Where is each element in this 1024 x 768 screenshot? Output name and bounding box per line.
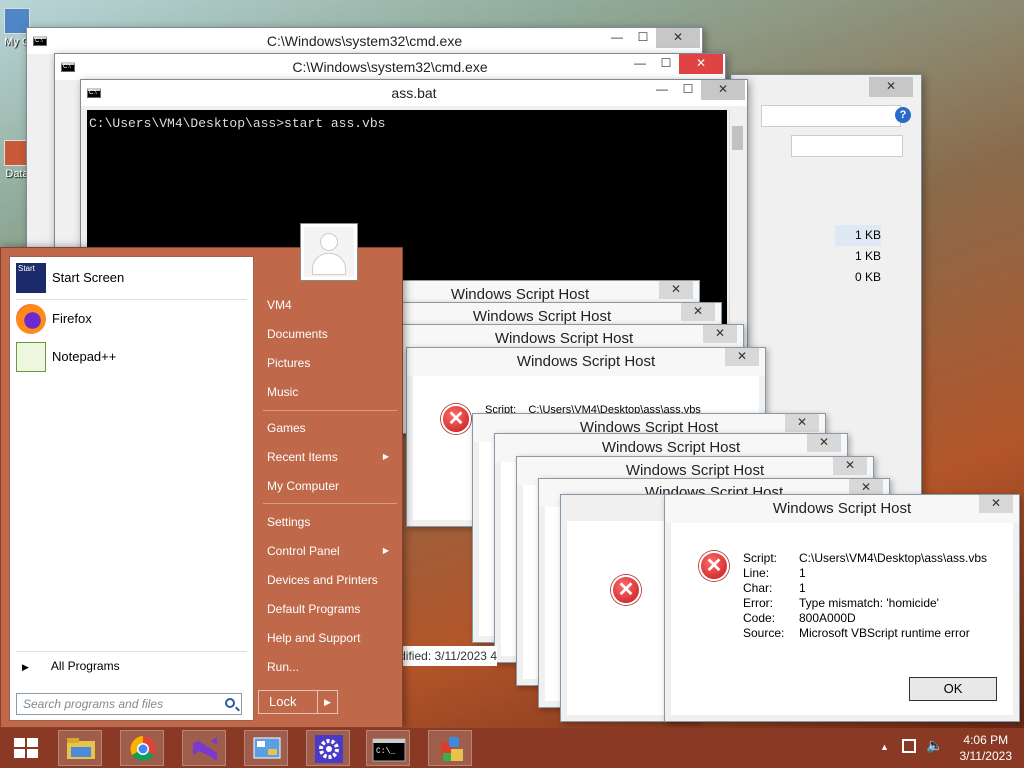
clock[interactable]: 4:06 PM 3/11/2023 [960,732,1013,764]
search-icon [225,698,235,708]
console-icon [87,88,101,98]
installer-icon [441,737,463,761]
chevron-right-icon[interactable]: ▶ [317,691,337,713]
wsh-dialog-front: Windows Script Host ✕ ✕ Script: C:\Users\V… [664,494,1020,722]
start-link-music[interactable]: Music [257,379,397,405]
dialog-body: ✕ Script: C:\Users\VM4\Desktop\ass\ass.vb… [671,523,1013,715]
start-button[interactable] [4,730,48,766]
maximize-button[interactable]: ☐ [653,54,679,74]
help-icon[interactable]: ? [895,107,911,123]
ok-button[interactable]: OK [909,677,997,701]
minimize-button[interactable]: — [604,28,630,48]
search-box[interactable] [791,135,903,157]
user-avatar[interactable] [301,224,357,280]
chevron-right-icon: ▶ [382,546,389,555]
taskbar-settings[interactable] [306,730,350,766]
program-notepadpp[interactable]: Notepad++ [16,340,246,374]
close-button[interactable]: ✕ [833,457,867,475]
visual-studio-icon [193,737,217,761]
close-button[interactable]: ✕ [659,281,693,299]
lock-button[interactable]: Lock ▶ [258,690,338,714]
title-bar: ass.bat —☐✕ [81,80,747,106]
close-button[interactable]: ✕ [656,28,700,48]
start-link-documents[interactable]: Documents [257,321,397,347]
start-link-games[interactable]: Games [257,415,397,441]
close-button[interactable]: ✕ [785,414,819,432]
close-button[interactable]: ✕ [807,434,841,452]
taskbar-installer[interactable] [428,730,472,766]
close-button[interactable]: ✕ [701,80,745,100]
start-link-recent-items[interactable]: Recent Items ▶ [257,444,397,470]
dialog-title: Windows Script Host ✕ [665,495,1019,523]
taskbar-cmd[interactable]: C:\_ [366,730,410,766]
search-input[interactable]: Search programs and files [16,693,242,715]
taskbar-visual-studio[interactable] [182,730,226,766]
start-link-control-panel[interactable]: Control Panel ▶ [257,538,397,564]
title-bar: C:\Windows\system32\cmd.exe —☐✕ [27,28,702,54]
program-start-screen[interactable]: Start Start Screen [16,261,246,295]
close-button[interactable]: ✕ [979,495,1013,513]
close-button[interactable]: ✕ [679,54,723,74]
chevron-right-icon: ▶ [382,452,389,461]
dialog-title: Windows Script Host ✕ [407,348,765,376]
taskbar-chrome[interactable] [120,730,164,766]
windows-start-icon [14,738,38,758]
minimize-button[interactable]: — [627,54,653,74]
start-link-default-programs[interactable]: Default Programs [257,596,397,622]
explorer-status: Date modified: 3/11/2023 4: [403,646,497,666]
show-hidden-icons-icon[interactable]: ▲ [880,742,889,752]
error-icon: ✕ [611,575,641,605]
start-screen-icon: Start [16,263,46,293]
title-bar: C:\Windows\system32\cmd.exe —☐✕ [55,54,725,80]
start-menu: Start Start Screen Firefox Notepad++ ▶ Al… [0,224,403,728]
taskbar-file-explorer[interactable] [58,730,102,766]
taskbar: C:\_ ▲ 🔈 4:06 PM 3/11/2023 [0,728,1024,768]
close-button[interactable]: ✕ [681,303,715,321]
start-link-run[interactable]: Run... [257,654,397,680]
error-icon: ✕ [699,551,729,581]
console-icon [61,62,75,72]
close-button[interactable]: ✕ [869,77,913,97]
maximize-button[interactable]: ☐ [630,28,656,48]
network-icon[interactable] [902,739,916,753]
control-panel-icon [253,737,281,759]
error-icon: ✕ [441,404,471,434]
start-link-pictures[interactable]: Pictures [257,350,397,376]
notepadpp-icon [16,342,46,372]
start-link-devices-printers[interactable]: Devices and Printers [257,567,397,593]
start-link-help-support[interactable]: Help and Support [257,625,397,651]
chrome-icon [130,736,156,762]
size-column: 1 KB 1 KB 0 KB [835,225,881,288]
system-tray: ▲ 🔈 4:06 PM 3/11/2023 [864,728,1024,768]
close-button[interactable]: ✕ [703,325,737,343]
program-firefox[interactable]: Firefox [16,302,246,336]
console-icon [33,36,47,46]
cmd-icon: C:\_ [372,738,406,762]
all-programs[interactable]: ▶ All Programs [22,657,120,676]
volume-icon[interactable]: 🔈 [926,737,943,754]
file-explorer-icon [67,738,95,759]
maximize-button[interactable]: ☐ [675,80,701,100]
start-link-my-computer[interactable]: My Computer [257,473,397,499]
taskbar-control-panel[interactable] [244,730,288,766]
svg-text:C:\_: C:\_ [376,747,395,756]
minimize-button[interactable]: — [649,80,675,100]
firefox-icon [16,304,46,334]
start-link-user[interactable]: VM4 [257,292,397,318]
start-link-settings[interactable]: Settings [257,509,397,535]
address-bar[interactable] [761,105,901,127]
settings-gear-icon [315,735,343,763]
close-button[interactable]: ✕ [725,348,759,366]
programs-pane: Start Start Screen Firefox Notepad++ ▶ Al… [9,256,254,721]
